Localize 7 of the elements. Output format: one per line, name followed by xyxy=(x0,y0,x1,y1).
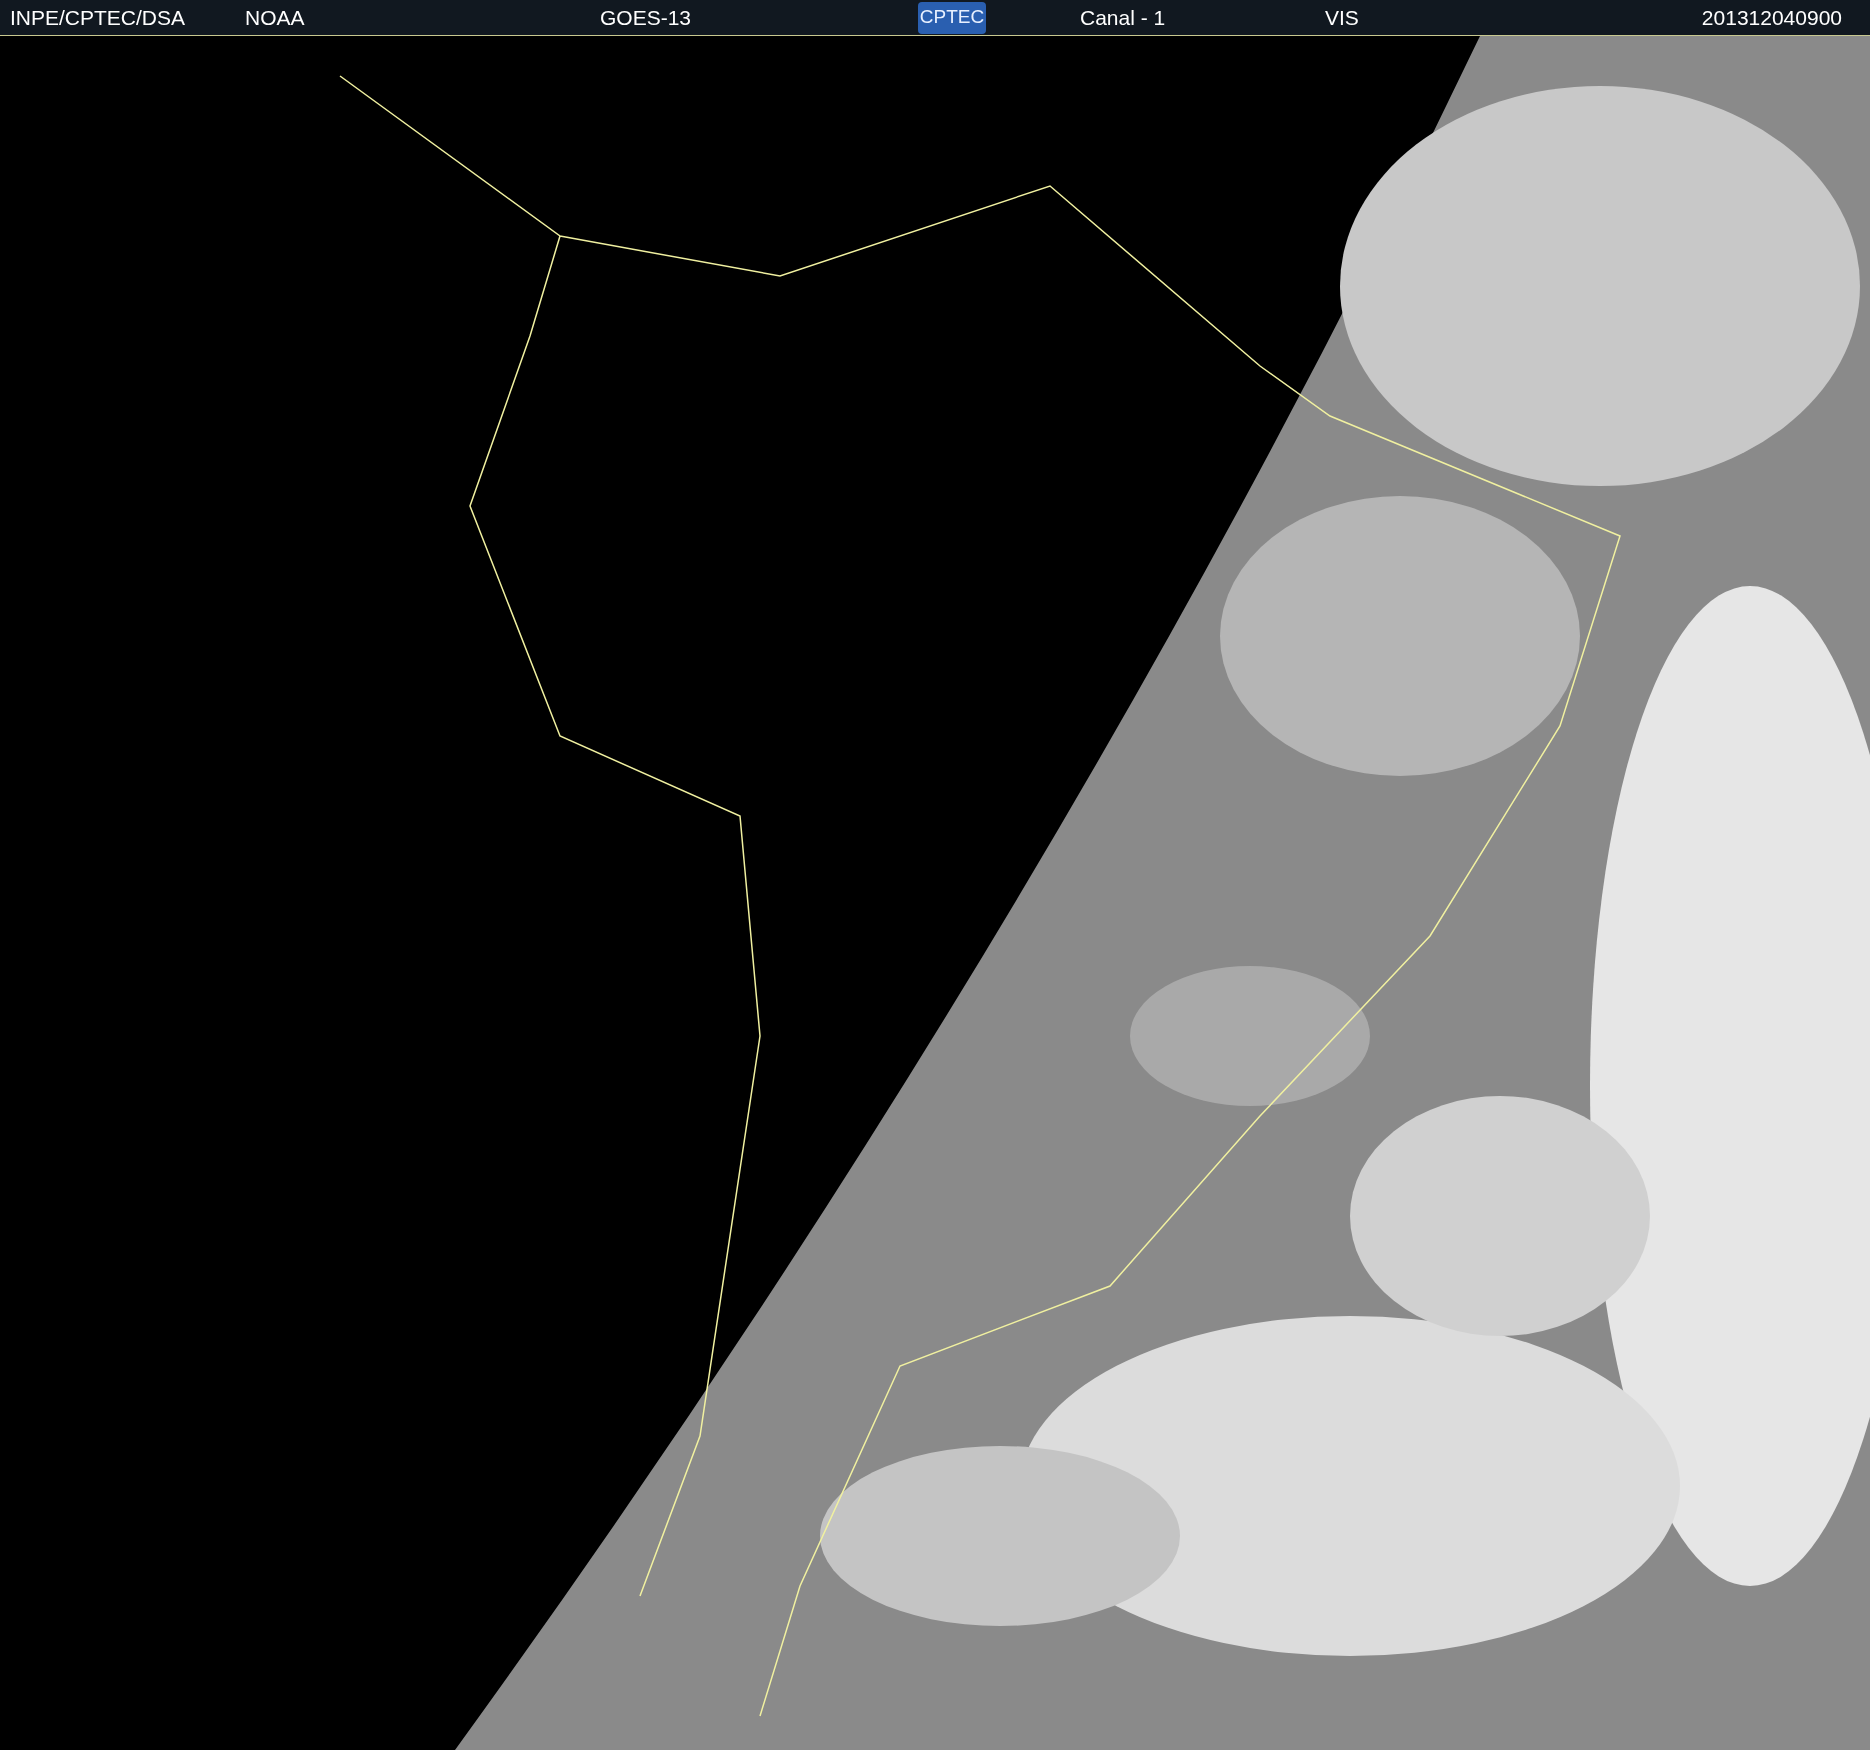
channel-label: Canal - 1 xyxy=(1080,4,1167,31)
logo: CPTEC xyxy=(918,1,986,34)
source-label: NOAA xyxy=(245,4,306,31)
band-label: VIS xyxy=(1325,4,1360,31)
satellite-label: GOES-13 xyxy=(600,4,693,31)
agency-label: INPE/CPTEC/DSA xyxy=(10,4,187,31)
timestamp-label: 201312040900 xyxy=(1701,4,1842,31)
